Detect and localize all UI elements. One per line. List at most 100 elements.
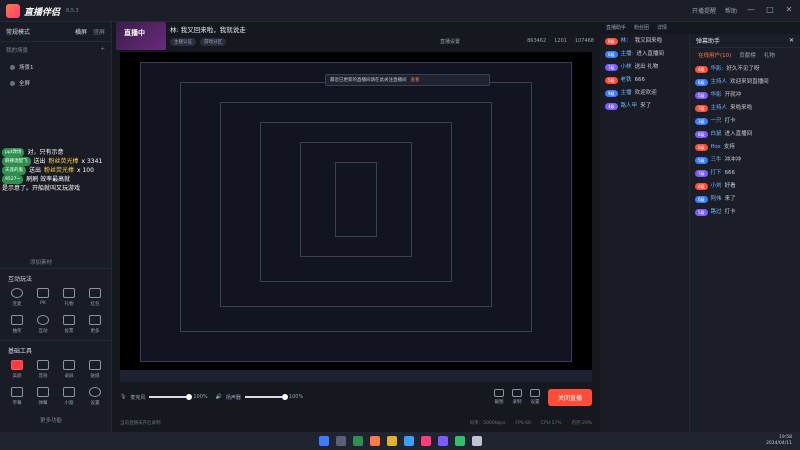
- chat-message[interactable]: 8级 白鼠 进入直播间: [695, 131, 795, 138]
- chat-username[interactable]: 华影:: [711, 66, 724, 73]
- chat-username[interactable]: 白鼠: [711, 131, 722, 138]
- chat-username[interactable]: 主持人: [711, 79, 728, 86]
- tool-danmaku[interactable]: 弹幕: [30, 387, 56, 406]
- chat-message[interactable]: 5级 老铁 666: [605, 77, 684, 84]
- room-settings-link[interactable]: 直播设置: [440, 38, 460, 45]
- chat-message[interactable]: 9级 主播 欢迎欢迎: [605, 90, 684, 97]
- mic-slider-knob[interactable]: [186, 394, 193, 400]
- speaker-icon[interactable]: 🔊: [216, 394, 222, 400]
- more-features-button[interactable]: 更多功能: [40, 416, 62, 424]
- chat-username[interactable]: 路人甲: [621, 103, 638, 110]
- tool-settings[interactable]: 设置: [82, 387, 108, 406]
- tool-sticker[interactable]: 贴纸: [82, 360, 108, 379]
- scene-item[interactable]: 全屏: [6, 76, 105, 90]
- start-icon[interactable]: [318, 436, 329, 446]
- scene-item[interactable]: 场景1: [6, 60, 105, 74]
- tab-contribution[interactable]: 贡献榜: [739, 51, 756, 59]
- chat-username[interactable]: 小刘: [711, 183, 722, 190]
- tool-sound[interactable]: 音效: [30, 360, 56, 379]
- record-button[interactable]: 录制: [511, 389, 522, 405]
- notify-link[interactable]: 开播提醒: [692, 6, 716, 15]
- chat-message[interactable]: 6级 ffox 支持: [695, 144, 795, 151]
- tab-gifts[interactable]: 礼物: [764, 51, 775, 59]
- tool-more[interactable]: 更多: [82, 315, 108, 334]
- settings-button[interactable]: 设置: [529, 389, 540, 405]
- chat-message[interactable]: 5级 路过 打卡: [695, 209, 795, 216]
- tool-lottery[interactable]: 抽奖: [4, 315, 30, 334]
- chat-message[interactable]: 7级 主持人 来啦来啦: [695, 105, 795, 112]
- tab-fans[interactable]: 粉丝团: [634, 24, 649, 32]
- chat-message[interactable]: 5级 华影 开就冲: [695, 92, 795, 99]
- chat-message[interactable]: 7级 打下 666: [695, 170, 795, 177]
- tool-beauty[interactable]: 美颜: [4, 360, 30, 379]
- app-icon[interactable]: [437, 436, 448, 446]
- live-preview[interactable]: 最近已更新的直播间请在此关注直播间 查看: [120, 52, 592, 382]
- add-scene-icon[interactable]: +: [100, 46, 105, 54]
- chat-username[interactable]: 林：: [621, 38, 632, 45]
- tool-miniwindow[interactable]: 小窗: [56, 387, 82, 406]
- close-icon[interactable]: ✕: [789, 37, 794, 44]
- scene-mode-select[interactable]: 常规模式: [6, 27, 30, 36]
- mic-icon[interactable]: 🎙: [120, 394, 126, 400]
- room-cover[interactable]: 直播中: [116, 22, 166, 50]
- minimize-icon[interactable]: —: [746, 5, 756, 15]
- chat-message[interactable]: 4级 华影: 好久不见了呀: [695, 66, 795, 73]
- search-icon[interactable]: [335, 436, 346, 446]
- chat-username[interactable]: 主播:: [621, 51, 634, 58]
- app-icon[interactable]: [471, 436, 482, 446]
- chat-message[interactable]: 6级 主播: 进入直播间: [605, 51, 684, 58]
- tool-gift[interactable]: 礼物: [56, 288, 82, 307]
- chat-username[interactable]: ffox: [711, 144, 721, 151]
- record-icon: [63, 360, 75, 370]
- tool-pk[interactable]: PK: [30, 288, 56, 307]
- chat-username[interactable]: 小林: [621, 64, 632, 71]
- stop-live-button[interactable]: 关闭直播: [547, 388, 592, 406]
- tool-record[interactable]: 录屏: [56, 360, 82, 379]
- chat-username[interactable]: 主持人: [711, 105, 728, 112]
- speaker-slider-knob[interactable]: [281, 394, 288, 400]
- chat-username[interactable]: 路过: [711, 209, 722, 216]
- tab-portrait[interactable]: 竖屏: [93, 27, 105, 36]
- chat-message[interactable]: 8级 林： 我又回来啦: [605, 38, 684, 45]
- tab-details[interactable]: 详情: [657, 24, 667, 32]
- browser-icon[interactable]: [403, 436, 414, 446]
- add-source-button[interactable]: 添加素材: [30, 258, 52, 266]
- chat-username[interactable]: 一只: [711, 118, 722, 125]
- tab-online-users[interactable]: 在线用户(10): [698, 51, 731, 59]
- tool-interact[interactable]: 互动: [30, 315, 56, 334]
- tab-assistant[interactable]: 直播助手: [606, 24, 626, 32]
- room-title[interactable]: 林: 我又回来啦，我就说走: [170, 24, 246, 34]
- mic-slider[interactable]: [149, 394, 193, 400]
- app-icon[interactable]: [369, 436, 380, 446]
- chat-username[interactable]: 老铁: [621, 77, 632, 84]
- wechat-icon[interactable]: [454, 436, 465, 446]
- screenshot-button[interactable]: 截图: [493, 389, 504, 405]
- popup-link[interactable]: 查看: [411, 77, 420, 83]
- pk-icon: [37, 288, 49, 298]
- tool-subtitle[interactable]: 字幕: [4, 387, 30, 406]
- chat-message[interactable]: 6级 主持人 欢迎来到直播间: [695, 79, 795, 86]
- chat-username[interactable]: 打下: [711, 170, 722, 177]
- chat-message[interactable]: 6级 阿伟 来了: [695, 196, 795, 203]
- chat-username[interactable]: 华影: [711, 92, 722, 99]
- chat-message[interactable]: 3级 一只 打卡: [695, 118, 795, 125]
- chat-username[interactable]: 三牛: [711, 157, 722, 164]
- maximize-icon[interactable]: □: [765, 5, 775, 15]
- chat-username[interactable]: 主播: [621, 90, 632, 97]
- app-icon[interactable]: [352, 436, 363, 446]
- tool-vote[interactable]: 投票: [56, 315, 82, 334]
- tab-landscape[interactable]: 横屏: [75, 27, 87, 36]
- level-badge: 5级: [695, 209, 708, 216]
- help-link[interactable]: 帮助: [725, 6, 737, 15]
- close-icon[interactable]: ✕: [784, 5, 794, 15]
- chat-message[interactable]: 5级 三牛 冲冲冲: [695, 157, 795, 164]
- chat-message[interactable]: 4级 小刘 好看: [695, 183, 795, 190]
- chat-username[interactable]: 阿伟: [711, 196, 722, 203]
- folder-icon[interactable]: [386, 436, 397, 446]
- chat-message[interactable]: 4级 路人甲 来了: [605, 103, 684, 110]
- chat-message[interactable]: 7级 小林 送出 礼物: [605, 64, 684, 71]
- tool-link-mic[interactable]: 连麦: [4, 288, 30, 307]
- app-icon[interactable]: [420, 436, 431, 446]
- tool-redpacket[interactable]: 红包: [82, 288, 108, 307]
- speaker-slider[interactable]: [244, 394, 288, 400]
